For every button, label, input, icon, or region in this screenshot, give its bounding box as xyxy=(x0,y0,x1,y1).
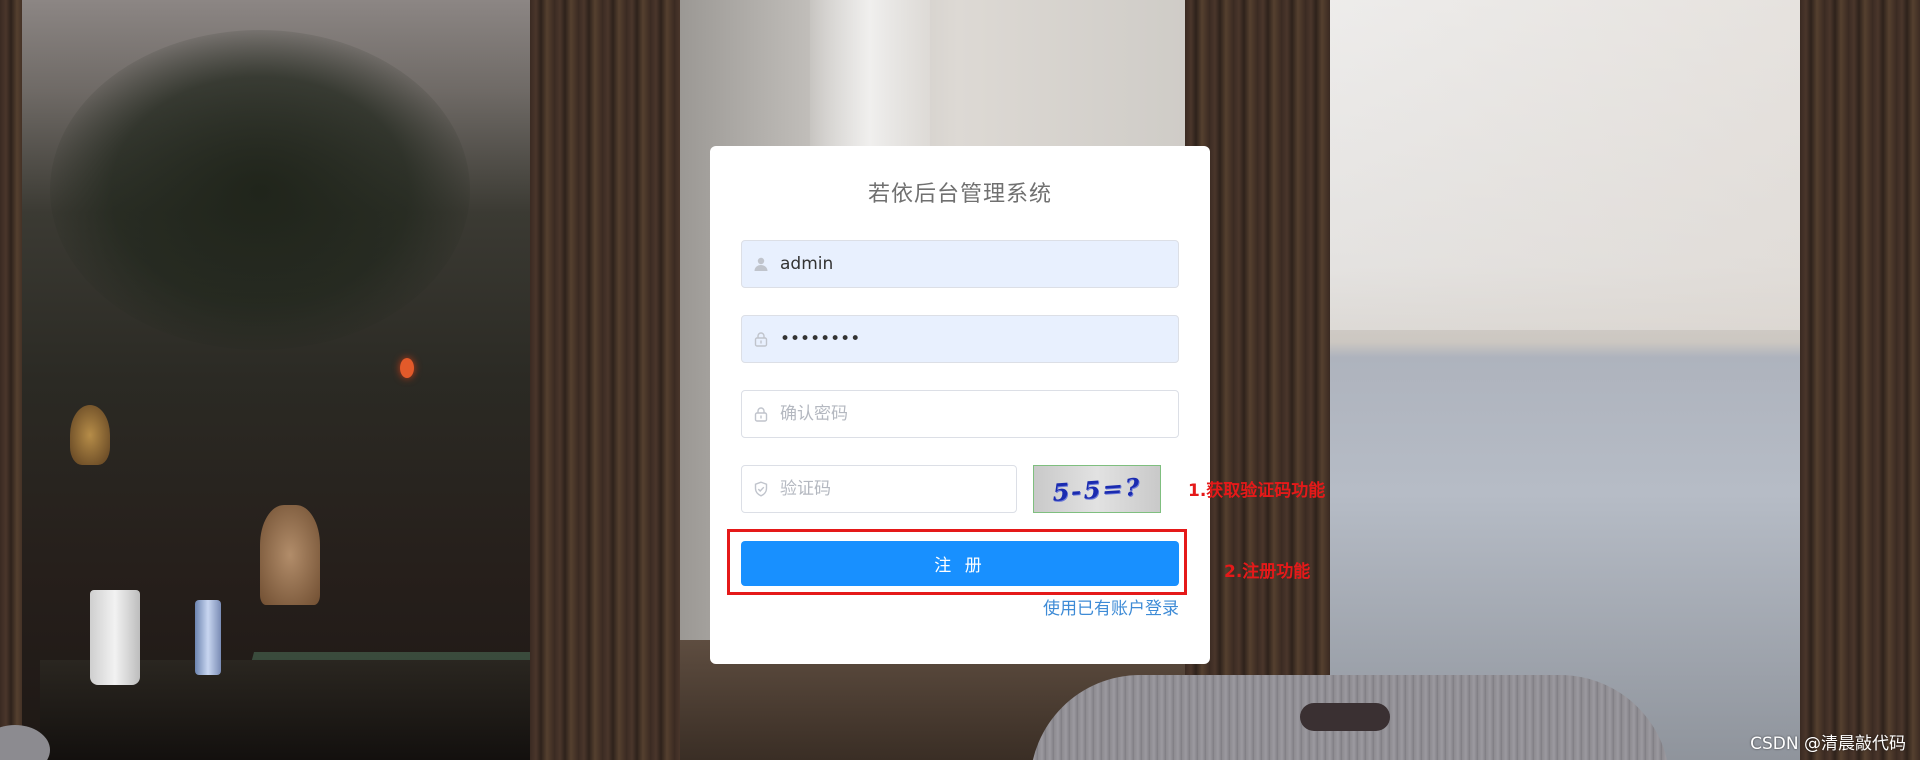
login-link[interactable]: 使用已有账户登录 xyxy=(1043,594,1179,619)
username-input[interactable] xyxy=(780,241,1178,287)
confirm-password-input[interactable] xyxy=(780,391,1178,437)
lock-icon xyxy=(742,391,780,437)
page-title: 若依后台管理系统 xyxy=(867,182,1052,207)
annotation-note-register: 2.注册功能 xyxy=(1224,562,1311,582)
wooden-post xyxy=(530,0,680,760)
annotation-note-captcha: 1.获取验证码功能 xyxy=(1188,481,1326,501)
password-field[interactable] xyxy=(741,315,1179,363)
watermark: CSDN @清晨敲代码 xyxy=(1750,734,1906,754)
shield-check-icon xyxy=(742,466,780,512)
confirm-password-field[interactable] xyxy=(741,390,1179,438)
lock-icon xyxy=(742,316,780,362)
captcha-text: 5-5=? xyxy=(1050,471,1144,507)
background-bench xyxy=(1030,675,1670,760)
wooden-post xyxy=(1800,0,1920,760)
captcha-input[interactable] xyxy=(780,466,1016,512)
captcha-image[interactable]: 5-5=? xyxy=(1033,465,1161,513)
user-icon xyxy=(742,241,780,287)
background-right-window xyxy=(1330,0,1800,760)
background-left-window xyxy=(20,0,550,760)
annotation-highlight-box xyxy=(727,529,1187,595)
password-input[interactable] xyxy=(780,316,1178,362)
username-field[interactable] xyxy=(741,240,1179,288)
wooden-post xyxy=(0,0,22,760)
captcha-field[interactable] xyxy=(741,465,1017,513)
